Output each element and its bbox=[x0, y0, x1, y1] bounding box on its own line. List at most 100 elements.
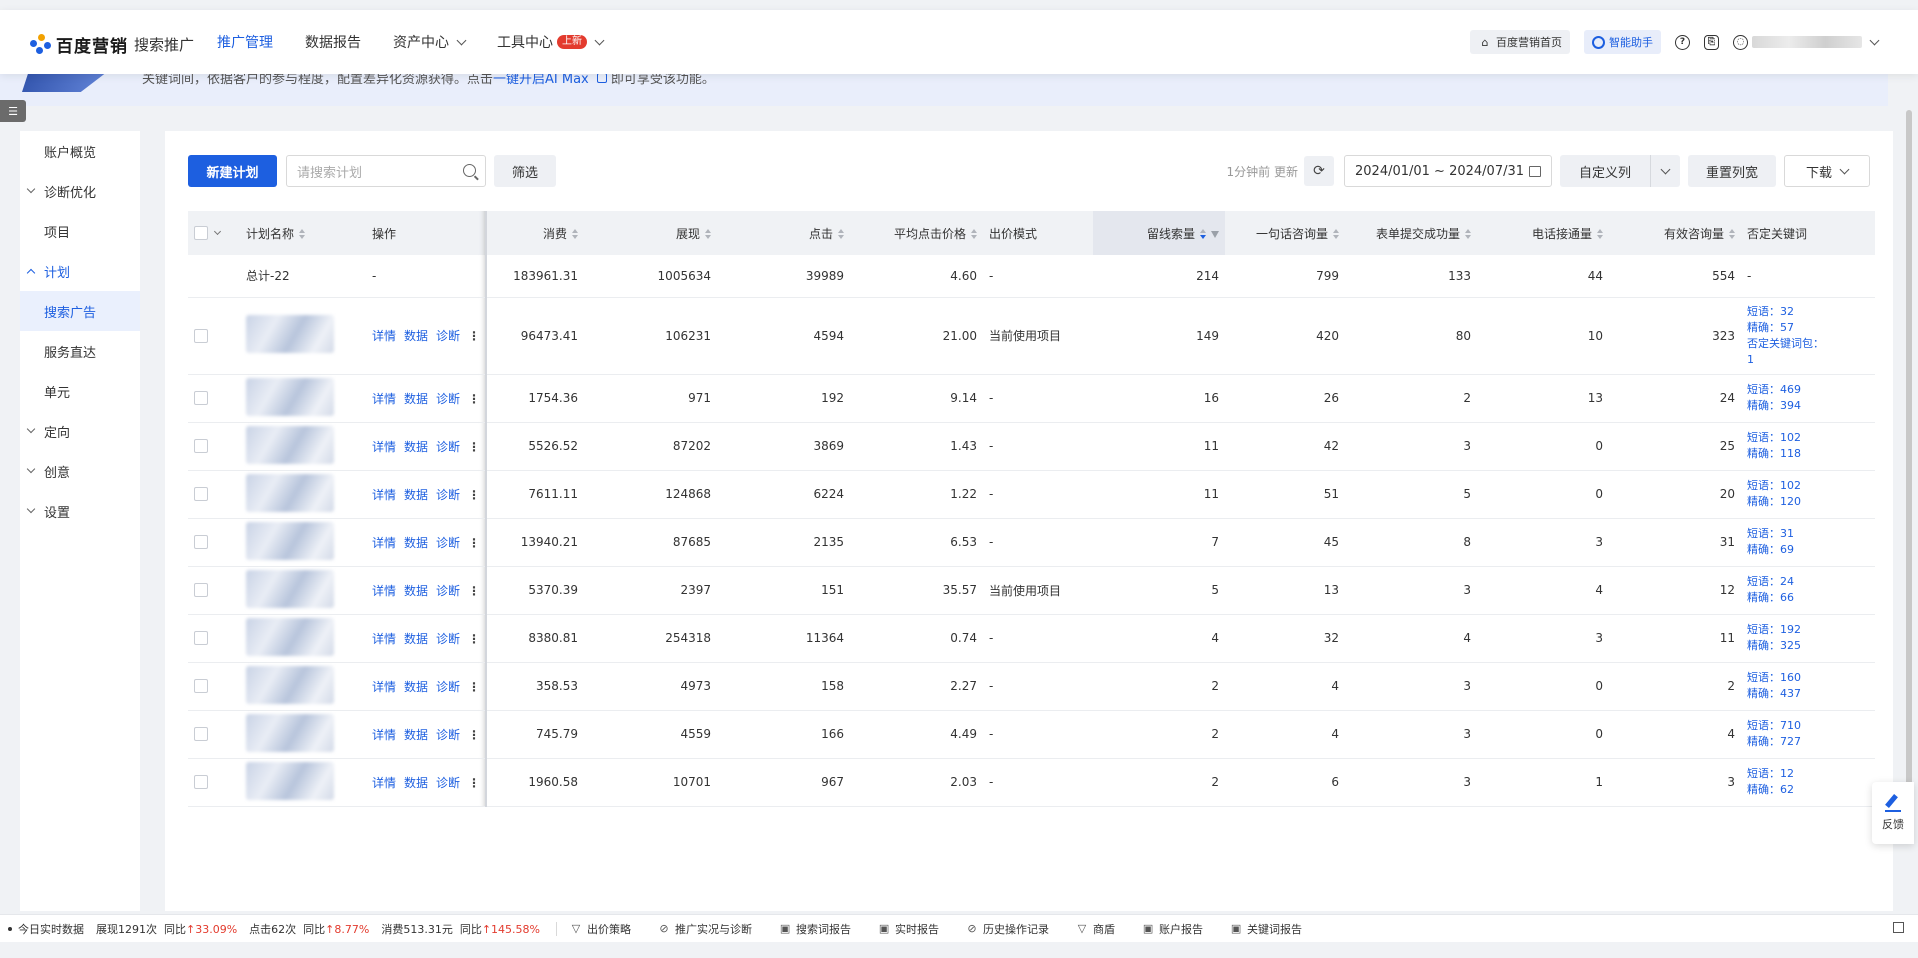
nav-promotion-management[interactable]: 推广管理 bbox=[217, 10, 273, 74]
detail-link[interactable]: 详情 bbox=[372, 329, 396, 343]
more-options-icon[interactable]: ⋮ bbox=[468, 536, 480, 550]
negative-keywords-cell[interactable]: 短语：24 精确：66 bbox=[1741, 566, 1875, 615]
refresh-icon[interactable]: ⟳ bbox=[1304, 156, 1334, 186]
col-one-sentence-consult[interactable]: 一句话咨询量 bbox=[1225, 211, 1345, 255]
plan-name-cell[interactable] bbox=[240, 758, 366, 807]
negative-keyword-count[interactable]: 精确：118 bbox=[1747, 446, 1869, 462]
new-plan-button[interactable]: 新建计划 bbox=[188, 155, 277, 187]
sort-icon[interactable] bbox=[705, 229, 711, 239]
plan-name-blurred[interactable] bbox=[246, 521, 334, 560]
col-avg-cpc[interactable]: 平均点击价格 bbox=[850, 211, 983, 255]
plan-name-blurred[interactable] bbox=[246, 761, 334, 800]
diagnose-link[interactable]: 诊断 bbox=[436, 329, 460, 343]
negative-keyword-count[interactable]: 短语：102 bbox=[1747, 430, 1869, 446]
help-icon[interactable]: ? bbox=[1675, 34, 1690, 50]
negative-keywords-cell[interactable]: 短语：710 精确：727 bbox=[1741, 710, 1875, 759]
data-link[interactable]: 数据 bbox=[404, 776, 428, 790]
more-options-icon[interactable]: ⋮ bbox=[468, 728, 480, 742]
row-checkbox[interactable] bbox=[194, 727, 208, 742]
detail-link[interactable]: 详情 bbox=[372, 536, 396, 550]
vertical-scrollbar[interactable] bbox=[1906, 110, 1912, 810]
reset-column-width-button[interactable]: 重置列宽 bbox=[1688, 155, 1776, 187]
plan-name-cell[interactable] bbox=[240, 374, 366, 423]
negative-keyword-count[interactable]: 短语：102 bbox=[1747, 478, 1869, 494]
more-options-icon[interactable]: ⋮ bbox=[468, 632, 480, 646]
feedback-button[interactable]: 反馈 bbox=[1872, 782, 1914, 844]
diagnose-link[interactable]: 诊断 bbox=[436, 392, 460, 406]
col-leads[interactable]: 留线索量 bbox=[1093, 211, 1225, 255]
negative-keyword-count[interactable]: 短语：12 bbox=[1747, 766, 1869, 782]
plan-name-blurred[interactable] bbox=[246, 713, 334, 752]
table-row[interactable]: 详情 数据 诊断 ⋮ 1754.36 971 192 9.14-16 26 2 13 24 短语：469… bbox=[188, 374, 1875, 423]
sidebar-item-diagnosis[interactable]: 诊断优化 bbox=[20, 171, 140, 211]
table-row[interactable]: 详情 数据 诊断 ⋮ 7611.11 124868 6224 1.22-11 51 5 0 20 短语：… bbox=[188, 470, 1875, 519]
marketing-home-button[interactable]: ⌂ 百度营销首页 bbox=[1470, 30, 1570, 54]
table-row[interactable]: 详情 数据 诊断 ⋮ 8380.81 254318 11364 0.74-4 32 4 3 11 短语：… bbox=[188, 614, 1875, 663]
sidebar-item-service-direct[interactable]: 服务直达 bbox=[20, 331, 140, 371]
negative-keyword-count[interactable]: 精确：394 bbox=[1747, 398, 1869, 414]
more-options-icon[interactable]: ⋮ bbox=[468, 584, 480, 598]
search-input[interactable]: 请搜索计划 bbox=[286, 155, 486, 187]
plan-name-blurred[interactable] bbox=[246, 617, 334, 656]
download-button[interactable]: 下载 bbox=[1784, 155, 1870, 187]
table-row[interactable]: 详情 数据 诊断 ⋮ 5526.52 87202 3869 1.43-11 42 3 0 25 短语：1… bbox=[188, 422, 1875, 471]
ai-assistant-button[interactable]: 智能助手 bbox=[1584, 30, 1661, 54]
sort-icon[interactable] bbox=[971, 229, 977, 239]
sidebar-item-targeting[interactable]: 定向 bbox=[20, 411, 140, 451]
row-checkbox[interactable] bbox=[194, 631, 208, 646]
custom-columns-button[interactable]: 自定义列 bbox=[1560, 155, 1680, 187]
more-options-icon[interactable]: ⋮ bbox=[468, 776, 480, 790]
chevron-down-icon[interactable] bbox=[213, 227, 222, 235]
plan-name-cell[interactable] bbox=[240, 710, 366, 759]
detail-link[interactable]: 详情 bbox=[372, 584, 396, 598]
data-link[interactable]: 数据 bbox=[404, 680, 428, 694]
row-checkbox[interactable] bbox=[194, 328, 208, 343]
negative-keywords-cell[interactable]: 短语：160 精确：437 bbox=[1741, 662, 1875, 711]
quick-link-history[interactable]: ⊘ 历史操作记录 bbox=[965, 921, 1049, 937]
negative-keyword-count[interactable]: 短语：32 bbox=[1747, 304, 1869, 320]
more-options-icon[interactable]: ⋮ bbox=[468, 488, 480, 502]
more-options-icon[interactable]: ⋮ bbox=[468, 440, 480, 454]
col-plan-name[interactable]: 计划名称 bbox=[240, 211, 366, 255]
nav-data-reports[interactable]: 数据报告 bbox=[305, 10, 361, 74]
negative-keyword-count[interactable]: 短语：469 bbox=[1747, 382, 1869, 398]
negative-keyword-count[interactable]: 精确：727 bbox=[1747, 734, 1869, 750]
plan-name-cell[interactable] bbox=[240, 566, 366, 615]
message-icon[interactable]: ⎘ bbox=[1704, 34, 1719, 50]
row-checkbox[interactable] bbox=[194, 487, 208, 502]
account-name-blurred[interactable] bbox=[1752, 36, 1862, 48]
table-row[interactable]: 详情 数据 诊断 ⋮ 358.53 4973 158 2.27-2 4 3 0 2 短语：160 精确：4… bbox=[188, 662, 1875, 711]
negative-keyword-count[interactable]: 短语：710 bbox=[1747, 718, 1869, 734]
col-clicks[interactable]: 点击 bbox=[717, 211, 850, 255]
data-link[interactable]: 数据 bbox=[404, 488, 428, 502]
row-checkbox[interactable] bbox=[194, 679, 208, 694]
sidebar-item-settings[interactable]: 设置 bbox=[20, 491, 140, 531]
negative-keyword-count[interactable]: 精确：325 bbox=[1747, 638, 1869, 654]
sidebar-item-creative[interactable]: 创意 bbox=[20, 451, 140, 491]
col-form-submit[interactable]: 表单提交成功量 bbox=[1345, 211, 1477, 255]
plan-name-cell[interactable] bbox=[240, 518, 366, 567]
data-link[interactable]: 数据 bbox=[404, 329, 428, 343]
more-options-icon[interactable]: ⋮ bbox=[468, 680, 480, 694]
plan-name-blurred[interactable] bbox=[246, 473, 334, 512]
ai-max-link[interactable]: 一键开启AI Max bbox=[493, 72, 589, 87]
filter-icon[interactable] bbox=[1211, 230, 1219, 238]
sort-icon[interactable] bbox=[838, 229, 844, 239]
sidebar-item-search-ads[interactable]: 搜索广告 bbox=[20, 291, 140, 331]
detail-link[interactable]: 详情 bbox=[372, 488, 396, 502]
detail-link[interactable]: 详情 bbox=[372, 632, 396, 646]
diagnose-link[interactable]: 诊断 bbox=[436, 632, 460, 646]
date-range-picker[interactable]: 2024/01/01 ~ 2024/07/31 bbox=[1344, 155, 1552, 187]
data-link[interactable]: 数据 bbox=[404, 440, 428, 454]
detail-link[interactable]: 详情 bbox=[372, 392, 396, 406]
plan-name-blurred[interactable] bbox=[246, 665, 334, 704]
detail-link[interactable]: 详情 bbox=[372, 776, 396, 790]
filter-button[interactable]: 筛选 bbox=[494, 155, 556, 187]
sort-icon[interactable] bbox=[299, 229, 306, 239]
negative-keyword-count[interactable]: 短语：160 bbox=[1747, 670, 1869, 686]
negative-keyword-count[interactable]: 精确：120 bbox=[1747, 494, 1869, 510]
checkbox-icon[interactable] bbox=[596, 73, 607, 83]
negative-keyword-count[interactable]: 短语：192 bbox=[1747, 622, 1869, 638]
negative-keyword-count[interactable]: 短语：24 bbox=[1747, 574, 1869, 590]
data-link[interactable]: 数据 bbox=[404, 584, 428, 598]
